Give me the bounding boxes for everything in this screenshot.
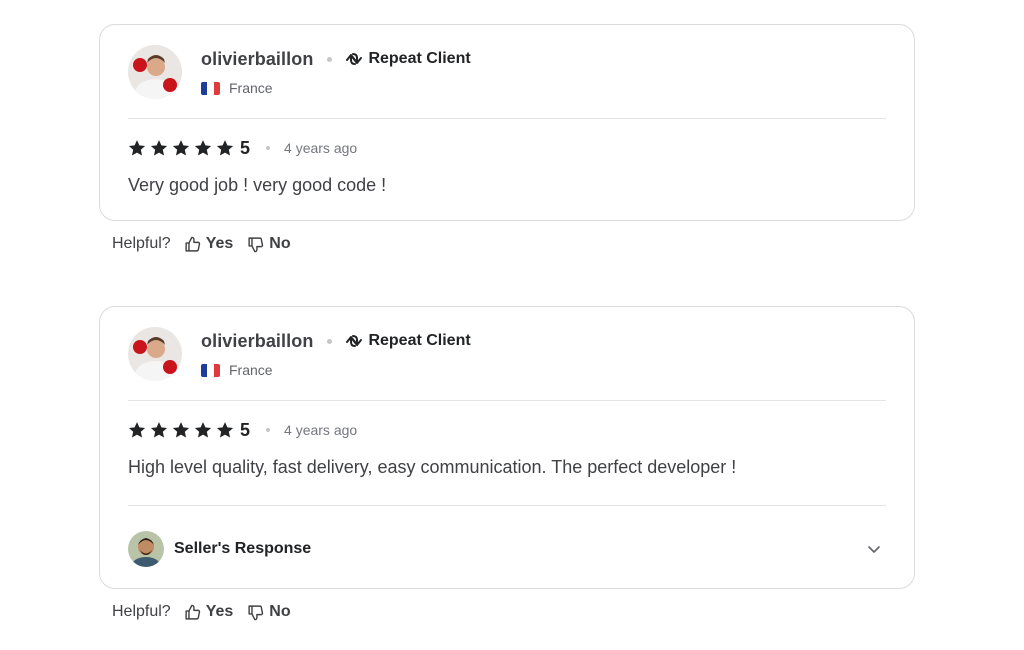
helpful-yes-button[interactable]: Yes <box>184 603 234 621</box>
star-icon <box>194 421 212 439</box>
review-card: olivierbaillon Repeat Client France 5 4 … <box>99 306 915 589</box>
review-item: olivierbaillon Repeat Client France 5 4 … <box>99 24 915 254</box>
helpful-row: Helpful? Yes No <box>112 234 915 254</box>
helpful-no-button[interactable]: No <box>247 603 291 621</box>
helpful-no-button[interactable]: No <box>247 235 291 253</box>
repeat-icon <box>344 332 364 350</box>
repeat-client-badge: Repeat Client <box>344 332 471 350</box>
seller-avatar <box>128 531 164 567</box>
no-label: No <box>269 603 291 620</box>
seller-response-label: Seller's Response <box>174 540 312 557</box>
yes-label: Yes <box>205 235 234 252</box>
star-rating <box>128 139 234 157</box>
separator-dot <box>327 338 333 344</box>
star-rating <box>128 421 234 439</box>
star-icon <box>216 421 234 439</box>
review-time: 4 years ago <box>284 422 358 438</box>
star-icon <box>128 421 146 439</box>
rating-score: 5 <box>240 419 251 440</box>
star-icon <box>172 139 190 157</box>
star-icon <box>216 139 234 157</box>
helpful-row: Helpful? Yes No <box>112 602 915 622</box>
review-header: olivierbaillon Repeat Client France <box>128 45 886 118</box>
reviewer-country: France <box>229 362 273 378</box>
country-row: France <box>201 78 471 98</box>
thumbs-down-icon <box>248 236 264 252</box>
review-card: olivierbaillon Repeat Client France 5 4 … <box>99 24 915 221</box>
repeat-client-badge: Repeat Client <box>344 50 471 68</box>
reviewer-avatar[interactable] <box>128 45 182 99</box>
review-text: High level quality, fast delivery, easy … <box>128 457 737 477</box>
name-row: olivierbaillon Repeat Client <box>201 329 471 353</box>
thumbs-up-icon <box>185 236 200 252</box>
reviewer-avatar[interactable] <box>128 327 182 381</box>
helpful-label: Helpful? <box>112 235 171 252</box>
review-time: 4 years ago <box>284 140 358 156</box>
chevron-down-icon[interactable] <box>866 541 882 557</box>
reviewer-info: olivierbaillon Repeat Client France <box>201 327 471 380</box>
star-icon <box>128 139 146 157</box>
seller-response-toggle[interactable]: Seller's Response <box>128 506 886 592</box>
star-icon <box>150 421 168 439</box>
thumbs-up-icon <box>185 604 200 620</box>
rating-row: 5 4 years ago <box>128 119 886 177</box>
helpful-yes-button[interactable]: Yes <box>184 235 234 253</box>
reviewer-username[interactable]: olivierbaillon <box>201 331 313 352</box>
rating-row: 5 4 years ago <box>128 401 886 459</box>
reviewer-username[interactable]: olivierbaillon <box>201 49 313 70</box>
helpful-label: Helpful? <box>112 603 171 620</box>
reviewer-info: olivierbaillon Repeat Client France <box>201 45 471 98</box>
star-icon <box>150 139 168 157</box>
review-item: olivierbaillon Repeat Client France 5 4 … <box>99 306 915 622</box>
repeat-icon <box>344 50 364 68</box>
star-icon <box>194 139 212 157</box>
yes-label: Yes <box>205 603 234 620</box>
name-row: olivierbaillon Repeat Client <box>201 47 471 71</box>
review-text: Very good job ! very good code ! <box>128 175 387 195</box>
france-flag-icon <box>201 81 220 95</box>
reviewer-country: France <box>229 80 273 96</box>
separator-dot <box>266 428 271 432</box>
no-label: No <box>269 235 291 252</box>
thumbs-down-icon <box>248 604 264 620</box>
separator-dot <box>266 146 271 150</box>
separator-dot <box>327 56 333 62</box>
review-header: olivierbaillon Repeat Client France <box>128 327 886 400</box>
repeat-client-label: Repeat Client <box>368 332 471 349</box>
star-icon <box>172 421 190 439</box>
france-flag-icon <box>201 363 220 377</box>
rating-score: 5 <box>240 137 251 158</box>
repeat-client-label: Repeat Client <box>368 50 471 67</box>
country-row: France <box>201 360 471 380</box>
